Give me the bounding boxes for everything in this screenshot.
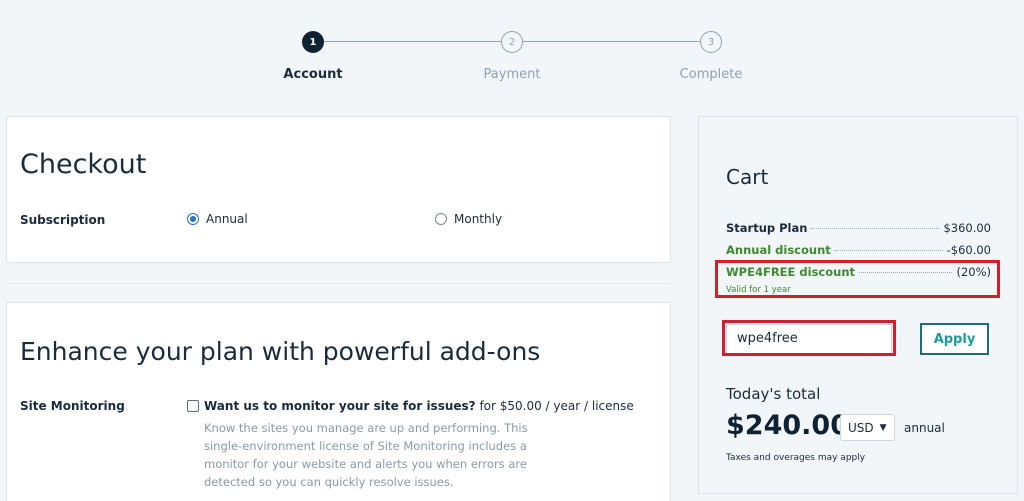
step-2-circle: 2 bbox=[501, 31, 523, 53]
cart-title: Cart bbox=[726, 165, 769, 189]
addons-title: Enhance your plan with powerful add-ons bbox=[20, 337, 541, 366]
cart-line-startup-plan: Startup Plan $360.00 bbox=[726, 221, 991, 235]
coupon-highlight-box bbox=[722, 320, 896, 356]
section-divider bbox=[6, 283, 671, 284]
monthly-radio-label: Monthly bbox=[454, 212, 503, 226]
annual-radio[interactable] bbox=[187, 213, 199, 225]
cart-panel: Cart Startup Plan $360.00 Annual discoun… bbox=[698, 116, 1018, 494]
step-1-circle: 1 bbox=[302, 31, 324, 53]
monthly-radio[interactable] bbox=[435, 213, 447, 225]
cart-line-label: Annual discount bbox=[726, 243, 831, 257]
step-3-label: Complete bbox=[679, 67, 743, 82]
cart-line-amount: -$60.00 bbox=[946, 243, 991, 257]
site-monitoring-label: Site Monitoring bbox=[20, 399, 125, 413]
addons-panel: Enhance your plan with powerful add-ons … bbox=[6, 302, 671, 501]
subscription-label: Subscription bbox=[20, 213, 106, 227]
cart-line-amount: $360.00 bbox=[943, 221, 991, 235]
checkout-stepper: 1 2 3 Account Payment Complete bbox=[0, 30, 1024, 90]
leader-dots bbox=[834, 250, 943, 251]
monthly-radio-option[interactable]: Monthly bbox=[435, 212, 502, 226]
cart-line-label: Startup Plan bbox=[726, 221, 808, 235]
step-1-label: Account bbox=[283, 67, 343, 82]
annual-radio-label: Annual bbox=[206, 212, 248, 226]
step-connector-1 bbox=[324, 41, 501, 42]
todays-total-label: Today's total bbox=[726, 385, 821, 403]
currency-select[interactable]: USD ▼ bbox=[840, 414, 895, 441]
discount-highlight-box bbox=[715, 260, 1000, 298]
leader-dots bbox=[811, 228, 940, 229]
total-amount: $240.00 bbox=[726, 410, 849, 441]
site-monitoring-description: Know the sites you manage are up and per… bbox=[204, 421, 528, 489]
currency-value: USD bbox=[848, 420, 874, 435]
step-connector-2 bbox=[523, 41, 700, 42]
checkout-title: Checkout bbox=[20, 149, 147, 180]
annual-radio-option[interactable]: Annual bbox=[187, 212, 248, 226]
checkout-panel: Checkout Subscription Annual Monthly bbox=[6, 116, 671, 263]
step-3-circle: 3 bbox=[700, 31, 722, 53]
apply-coupon-button[interactable]: Apply bbox=[920, 323, 989, 355]
chevron-down-icon: ▼ bbox=[879, 422, 887, 433]
cart-line-annual-discount: Annual discount -$60.00 bbox=[726, 243, 991, 257]
step-2-label: Payment bbox=[483, 67, 541, 82]
site-monitoring-price: for $50.00 / year / license bbox=[475, 399, 634, 413]
billing-period: annual bbox=[904, 421, 945, 435]
taxes-note: Taxes and overages may apply bbox=[726, 453, 866, 463]
site-monitoring-question: Want us to monitor your site for issues?… bbox=[204, 399, 634, 413]
site-monitoring-checkbox[interactable] bbox=[187, 400, 199, 412]
site-monitoring-question-bold: Want us to monitor your site for issues? bbox=[204, 399, 476, 413]
